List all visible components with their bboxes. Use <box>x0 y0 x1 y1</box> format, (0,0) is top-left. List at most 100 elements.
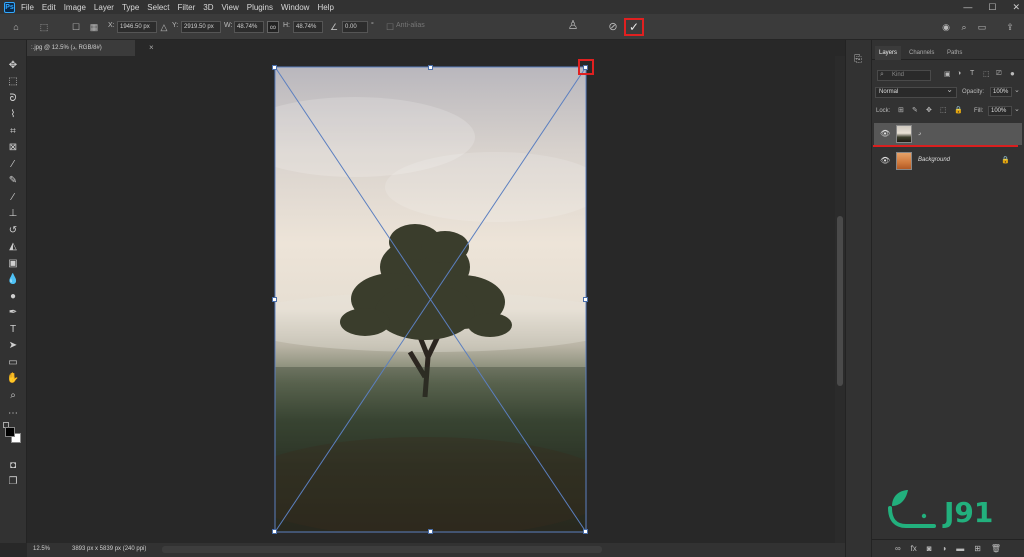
menu-type[interactable]: Type <box>122 3 139 12</box>
eraser-tool-icon[interactable]: ◭ <box>5 239 21 253</box>
y-position-field[interactable]: 2919.50 px <box>181 21 221 33</box>
handle-middle-right[interactable] <box>583 297 588 302</box>
foreground-color-swatch[interactable] <box>5 427 15 437</box>
transform-bounding-box[interactable] <box>270 62 591 537</box>
layer-row-selected[interactable]: 👁 د <box>874 123 1022 145</box>
link-icon[interactable]: ∞ <box>267 21 279 33</box>
rectangle-tool-icon[interactable]: ▭ <box>5 355 21 369</box>
zoom-level[interactable]: 12.5% <box>33 546 50 552</box>
handle-bottom-left[interactable] <box>272 529 277 534</box>
opacity-field[interactable]: 100% <box>990 87 1012 97</box>
more-tools-icon[interactable]: ⋯ <box>5 406 21 420</box>
share-user-icon[interactable]: ◉ <box>940 21 952 33</box>
zoom-tool-icon[interactable]: ⌕ <box>5 388 21 402</box>
crop-tool-icon[interactable]: ⌗ <box>5 124 21 138</box>
menu-filter[interactable]: Filter <box>178 3 196 12</box>
marquee-tool-icon[interactable]: ⬚ <box>5 74 21 88</box>
menu-help[interactable]: Help <box>317 3 333 12</box>
dodge-tool-icon[interactable]: ● <box>5 289 21 303</box>
maximize-button[interactable]: ☐ <box>988 2 996 13</box>
lock-transparent-icon[interactable]: ⊞ <box>898 106 904 114</box>
filter-smart-object-icon[interactable]: ⎚ <box>996 70 1002 78</box>
visibility-eye-icon[interactable]: 👁 <box>880 129 890 138</box>
menu-select[interactable]: Select <box>147 3 169 12</box>
history-panel-icon[interactable]: ⎘ <box>854 54 862 65</box>
horizontal-scrollbar[interactable] <box>162 546 602 553</box>
scrollbar-thumb[interactable] <box>837 216 843 386</box>
home-icon[interactable]: ⌂ <box>10 21 22 33</box>
new-layer-icon[interactable]: ⊞ <box>974 544 981 553</box>
delta-icon[interactable]: △ <box>158 21 170 33</box>
x-position-field[interactable]: 1946.50 px <box>117 21 157 33</box>
quick-mask-icon[interactable]: ◘ <box>5 458 21 472</box>
layer-row-background[interactable]: 👁 Background 🔒 <box>874 150 1022 172</box>
path-selection-tool-icon[interactable]: ➤ <box>5 338 21 352</box>
handle-top-left[interactable] <box>272 65 277 70</box>
antialias-checkbox[interactable]: ☐ <box>384 21 396 33</box>
fill-dropdown-icon[interactable]: ⌄ <box>1014 105 1020 113</box>
filter-shape-icon[interactable]: ⬚ <box>983 70 990 78</box>
lock-icon[interactable]: 🔒 <box>1001 156 1010 164</box>
fill-field[interactable]: 100% <box>988 106 1012 116</box>
link-layers-icon[interactable]: ∞ <box>895 544 901 553</box>
brush-tool-icon[interactable]: ∕ <box>5 190 21 204</box>
menu-window[interactable]: Window <box>281 3 309 12</box>
minimize-button[interactable]: — <box>963 2 972 12</box>
lock-position-icon[interactable]: ✥ <box>926 106 932 114</box>
add-mask-icon[interactable]: ◙ <box>927 544 932 553</box>
screen-mode-icon[interactable]: ❐ <box>5 474 21 488</box>
handle-top-center[interactable] <box>428 65 433 70</box>
width-field[interactable]: 48.74% <box>234 21 264 33</box>
opacity-dropdown-icon[interactable]: ⌄ <box>1014 86 1020 94</box>
lock-artboard-icon[interactable]: ⬚ <box>940 106 947 114</box>
close-tab-icon[interactable]: × <box>149 43 154 52</box>
tab-paths[interactable]: Paths <box>943 46 966 60</box>
history-brush-tool-icon[interactable]: ↺ <box>5 223 21 237</box>
gradient-tool-icon[interactable]: ▣ <box>5 256 21 270</box>
transform-tool-icon[interactable]: ⬚ <box>38 21 50 33</box>
search-icon[interactable]: ⌕ <box>958 21 970 33</box>
filter-toggle-icon[interactable]: ● <box>1010 69 1015 78</box>
reference-point-toggle-icon[interactable]: ☐ <box>70 21 82 33</box>
tab-channels[interactable]: Channels <box>905 46 938 60</box>
pen-tool-icon[interactable]: ✒ <box>5 305 21 319</box>
workspace-icon[interactable]: ▭ <box>976 21 988 33</box>
type-tool-icon[interactable]: T <box>5 322 21 336</box>
tab-layers[interactable]: Layers <box>875 46 902 60</box>
blend-mode-select[interactable]: Normal <box>875 85 957 98</box>
filter-adjustment-icon[interactable]: ◑ <box>957 70 961 77</box>
eyedropper-tool-icon[interactable]: ⁄ <box>5 157 21 171</box>
cancel-transform-button[interactable]: ⊘ <box>607 20 619 33</box>
handle-bottom-center[interactable] <box>428 529 433 534</box>
move-tool-icon[interactable]: ✥ <box>5 58 21 72</box>
close-window-button[interactable]: ✕ <box>1012 2 1020 13</box>
layer-style-icon[interactable]: fx <box>911 544 917 553</box>
menu-layer[interactable]: Layer <box>94 3 114 12</box>
angle-field[interactable]: 0.00 <box>342 21 368 33</box>
new-group-icon[interactable]: ▬ <box>956 544 964 553</box>
share-icon[interactable]: ⇪ <box>1004 21 1016 33</box>
vertical-scrollbar[interactable] <box>835 56 845 543</box>
frame-tool-icon[interactable]: ⊠ <box>5 140 21 154</box>
filter-type-icon[interactable]: T <box>970 70 974 77</box>
warp-icon[interactable]: ♙ <box>567 18 579 32</box>
healing-brush-tool-icon[interactable]: ✎ <box>5 173 21 187</box>
lock-image-icon[interactable]: ✎ <box>912 106 918 114</box>
hand-tool-icon[interactable]: ✋ <box>5 371 21 385</box>
menu-file[interactable]: File <box>21 3 34 12</box>
handle-middle-left[interactable] <box>272 297 277 302</box>
layer-filter-kind[interactable]: Kind <box>877 70 931 81</box>
filter-pixel-icon[interactable]: ▣ <box>944 70 951 78</box>
visibility-eye-icon[interactable]: 👁 <box>880 156 890 165</box>
menu-view[interactable]: View <box>222 3 239 12</box>
quick-select-tool-icon[interactable]: ⌇ <box>5 107 21 121</box>
height-field[interactable]: 48.74% <box>293 21 323 33</box>
handle-bottom-right[interactable] <box>583 529 588 534</box>
adjustment-layer-icon[interactable]: ◑ <box>942 544 947 553</box>
menu-3d[interactable]: 3D <box>203 3 213 12</box>
menu-image[interactable]: Image <box>64 3 86 12</box>
clone-stamp-tool-icon[interactable]: ⊥ <box>5 206 21 220</box>
delete-layer-icon[interactable]: 🗑 <box>991 544 1001 553</box>
lasso-tool-icon[interactable]: ᘐ <box>5 91 21 105</box>
reference-point-icon[interactable]: ▦ <box>88 21 100 33</box>
